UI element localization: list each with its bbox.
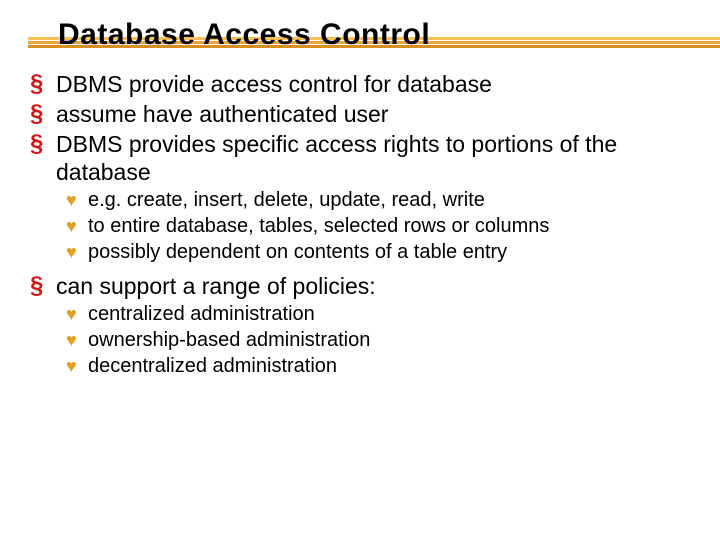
list-item: ♥ centralized administration (66, 302, 692, 326)
list-item-text: e.g. create, insert, delete, update, rea… (88, 188, 485, 212)
section-icon: § (30, 272, 56, 300)
list-item-text: can support a range of policies: (56, 272, 376, 300)
list-item: ♥ e.g. create, insert, delete, update, r… (66, 188, 692, 212)
list-item-text: DBMS provides specific access rights to … (56, 130, 692, 186)
list-item-text: centralized administration (88, 302, 315, 326)
list-item: ♥ possibly dependent on contents of a ta… (66, 240, 692, 264)
heart-icon: ♥ (66, 188, 88, 212)
section-icon: § (30, 70, 56, 98)
content: § DBMS provide access control for databa… (28, 70, 692, 378)
heart-icon: ♥ (66, 354, 88, 378)
list-item-text: DBMS provide access control for database (56, 70, 492, 98)
heart-icon: ♥ (66, 302, 88, 326)
list-item: § DBMS provides specific access rights t… (30, 130, 692, 186)
list-item: ♥ to entire database, tables, selected r… (66, 214, 692, 238)
list-item: ♥ decentralized administration (66, 354, 692, 378)
slide-title: Database Access Control (58, 18, 692, 52)
list-item-text: possibly dependent on contents of a tabl… (88, 240, 507, 264)
list-item: ♥ ownership-based administration (66, 328, 692, 352)
title-block: Database Access Control (58, 18, 692, 52)
section-icon: § (30, 130, 56, 158)
slide: Database Access Control § DBMS provide a… (0, 0, 720, 540)
section-icon: § (30, 100, 56, 128)
list-item: § DBMS provide access control for databa… (30, 70, 692, 98)
heart-icon: ♥ (66, 240, 88, 264)
list-item: § assume have authenticated user (30, 100, 692, 128)
heart-icon: ♥ (66, 328, 88, 352)
heart-icon: ♥ (66, 214, 88, 238)
list-item-text: assume have authenticated user (56, 100, 388, 128)
list-item-text: to entire database, tables, selected row… (88, 214, 549, 238)
list-item-text: decentralized administration (88, 354, 337, 378)
list-item-text: ownership-based administration (88, 328, 370, 352)
list-item: § can support a range of policies: (30, 272, 692, 300)
